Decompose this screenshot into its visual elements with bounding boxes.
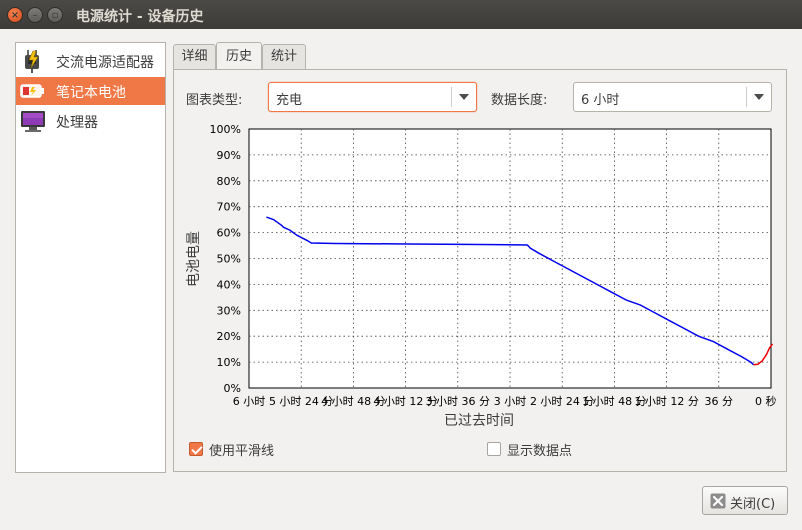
device-list: 交流电源适配器 笔记本电池 处理器	[15, 42, 166, 473]
combo-separator	[451, 87, 452, 107]
smooth-lines-label: 使用平滑线	[209, 444, 275, 459]
y-tick-label: 70%	[217, 201, 241, 214]
window-maximize-button[interactable]: ▫	[47, 7, 63, 23]
y-tick-label: 10%	[217, 356, 241, 369]
device-item-laptop-battery[interactable]: 笔记本电池	[16, 77, 165, 105]
x-tick-label: 3 小时	[494, 395, 527, 408]
data-length-label: 数据长度:	[491, 93, 548, 108]
data-length-value: 6 小时	[581, 93, 620, 108]
x-tick-label: 1 小时 12 分	[634, 395, 699, 408]
show-points-label: 显示数据点	[507, 444, 573, 459]
x-axis-label: 已过去时间	[444, 413, 514, 429]
close-button-label: 关闭(C)	[730, 497, 776, 512]
device-item-processor[interactable]: 处理器	[16, 107, 165, 135]
battery-icon	[20, 84, 44, 98]
device-label: 处理器	[56, 115, 98, 131]
close-icon	[710, 493, 726, 509]
graph-type-label: 图表类型:	[186, 93, 243, 108]
y-tick-label: 50%	[217, 253, 241, 266]
window-minimize-button[interactable]: –	[27, 7, 43, 23]
title-bar: × – ▫ 电源统计 - 设备历史	[0, 0, 802, 29]
history-chart: 0% 10% 20% 30% 40% 50% 60% 70% 80% 90% 100% 6 小时 5 …	[186, 123, 777, 429]
show-points-checkbox[interactable]	[487, 442, 501, 456]
data-length-select[interactable]: 6 小时	[573, 82, 772, 112]
combo-separator	[746, 87, 747, 107]
window-title: 电源统计 - 设备历史	[76, 9, 204, 25]
device-label: 笔记本电池	[56, 85, 126, 101]
processor-icon	[21, 111, 45, 132]
y-tick-label: 100%	[210, 123, 241, 136]
x-tick-label: 3 小时 36 分	[426, 395, 491, 408]
device-label: 交流电源适配器	[56, 55, 154, 71]
y-tick-label: 30%	[217, 304, 241, 317]
y-tick-labels: 0% 10% 20% 30% 40% 50% 60% 70% 80% 90% 100%	[210, 123, 241, 395]
y-tick-label: 40%	[217, 278, 241, 291]
graph-type-value: 充电	[276, 93, 303, 108]
chevron-down-icon	[754, 94, 764, 100]
chevron-down-icon	[459, 94, 469, 100]
y-tick-label: 60%	[217, 227, 241, 240]
x-tick-label: 36 分	[705, 395, 734, 408]
tab-details[interactable]: 详细	[173, 44, 216, 70]
ac-adapter-icon	[25, 50, 39, 73]
graph-type-select[interactable]: 充电	[268, 82, 477, 112]
x-tick-label: 0 秒	[755, 394, 777, 408]
tab-statistics[interactable]: 统计	[262, 44, 306, 70]
y-axis-label: 电池电量	[186, 231, 202, 287]
smooth-lines-checkbox[interactable]	[189, 442, 203, 456]
x-tick-label: 6 小时	[233, 395, 266, 408]
y-tick-label: 20%	[217, 330, 241, 343]
device-item-ac-adapter[interactable]: 交流电源适配器	[16, 47, 165, 75]
y-tick-label: 80%	[217, 175, 241, 188]
tab-history[interactable]: 历史	[216, 42, 262, 71]
y-tick-label: 0%	[224, 382, 241, 395]
y-tick-label: 90%	[217, 149, 241, 162]
window-close-button[interactable]: ×	[7, 7, 23, 23]
x-tick-labels: 6 小时 5 小时 24 分4 小时 48 分4 小时 12 分3 小时 36 分…	[233, 394, 777, 408]
close-button[interactable]: 关闭(C)	[702, 486, 788, 515]
